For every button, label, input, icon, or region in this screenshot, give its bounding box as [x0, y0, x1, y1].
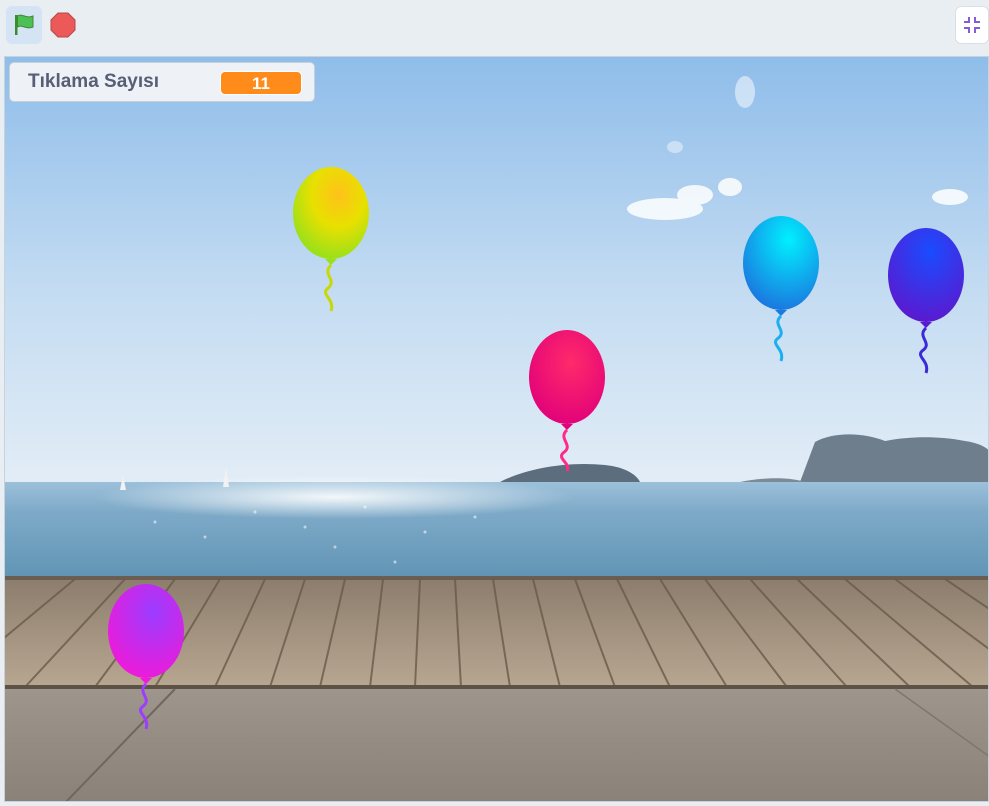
balloon-sprite-purple[interactable]	[106, 583, 186, 733]
variable-monitor[interactable]: Tıklama Sayısı 11	[9, 62, 315, 102]
balloon-sprite-cyan[interactable]	[741, 215, 821, 365]
monitor-label: Tıklama Sayısı	[28, 71, 159, 92]
balloon-sprite-pink[interactable]	[527, 329, 607, 479]
fullscreen-exit-button[interactable]	[955, 6, 989, 44]
stage-controls-bar	[0, 0, 989, 52]
balloon-sprite-yellow[interactable]	[291, 165, 371, 315]
stop-icon	[50, 12, 76, 38]
green-flag-button[interactable]	[6, 6, 42, 44]
balloon-sprite-blue[interactable]	[886, 227, 966, 377]
fullscreen-exit-icon	[964, 17, 980, 33]
stage[interactable]: Tıklama Sayısı 11	[4, 56, 989, 802]
stop-button[interactable]	[48, 10, 78, 40]
monitor-value: 11	[220, 71, 302, 95]
green-flag-icon	[15, 14, 34, 35]
